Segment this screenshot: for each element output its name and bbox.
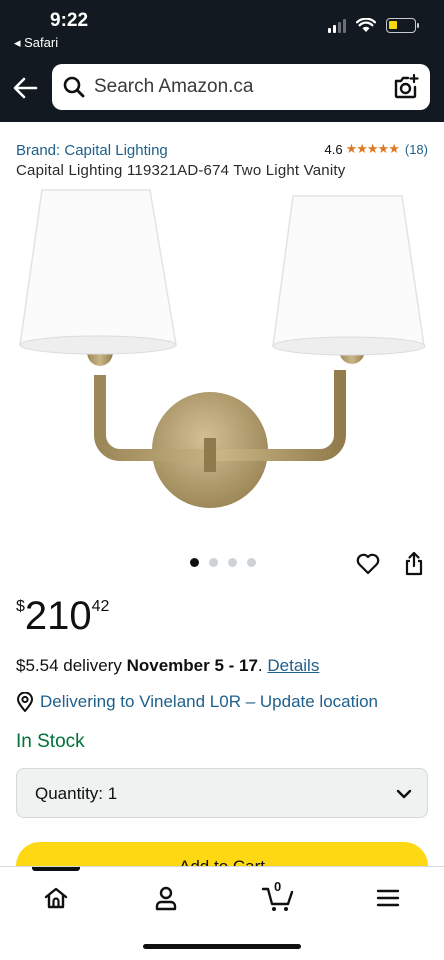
home-icon [44, 887, 68, 909]
location-text[interactable]: Delivering to Vineland L0R – Update loca… [40, 692, 378, 712]
share-icon[interactable] [402, 551, 426, 577]
battery-icon [386, 18, 419, 33]
product-image[interactable] [0, 180, 444, 520]
price: $ 210 42 [16, 594, 109, 638]
search-bar[interactable] [52, 64, 430, 110]
star-rating-icon: ★★★★★ [345, 141, 400, 156]
search-icon [63, 76, 85, 98]
carousel-dot[interactable] [190, 558, 199, 567]
cellular-signal-icon [328, 18, 346, 33]
heart-icon[interactable] [355, 551, 381, 577]
status-icons [328, 18, 419, 33]
delivery-details-link[interactable]: Details [267, 656, 319, 675]
rating-summary[interactable]: 4.6 ★★★★★ (18) [325, 141, 428, 157]
carousel-dot[interactable] [228, 558, 237, 567]
delivery-separator: . [257, 656, 268, 675]
location-pin-icon [17, 692, 33, 712]
nav-cart[interactable]: 0 [258, 879, 298, 915]
wifi-icon [356, 18, 376, 32]
rating-count[interactable]: (18) [405, 142, 428, 157]
active-tab-indicator [32, 867, 80, 871]
quantity-label: Quantity: 1 [35, 784, 118, 803]
nav-account[interactable] [148, 881, 184, 915]
delivery-info: $5.54 delivery November 5 - 17. Details [16, 656, 319, 676]
image-carousel-dots[interactable] [190, 558, 256, 567]
back-arrow-icon[interactable] [10, 74, 40, 102]
carousel-dot[interactable] [209, 558, 218, 567]
delivery-location[interactable]: Delivering to Vineland L0R – Update loca… [16, 692, 378, 712]
delivery-cost: $5.54 delivery [16, 656, 127, 675]
stock-status: In Stock [16, 731, 85, 752]
menu-icon [376, 889, 400, 907]
nav-home[interactable] [38, 881, 74, 915]
home-indicator [143, 944, 301, 949]
back-to-safari-link[interactable]: ◂ Safari [14, 35, 58, 51]
camera-lens-icon[interactable] [392, 73, 420, 101]
quantity-selector[interactable]: Quantity: 1 [16, 768, 428, 818]
price-fraction: 42 [91, 598, 110, 615]
chevron-down-icon [396, 789, 412, 799]
product-title: Capital Lighting 119321AD-674 Two Light … [16, 162, 346, 179]
top-header: 9:22 ◂ Safari [0, 0, 444, 122]
rating-value: 4.6 [324, 141, 343, 157]
delivery-dates: November 5 - 17 [126, 656, 258, 675]
status-time: 9:22 [50, 10, 89, 31]
brand-link[interactable]: Brand: Capital Lighting [16, 142, 168, 159]
nav-menu[interactable] [370, 881, 406, 915]
carousel-dot[interactable] [247, 558, 256, 567]
account-icon [155, 886, 177, 911]
cart-count: 0 [274, 879, 282, 894]
price-symbol: $ [16, 598, 25, 615]
price-whole: 210 [24, 594, 92, 638]
search-input[interactable] [94, 76, 374, 98]
